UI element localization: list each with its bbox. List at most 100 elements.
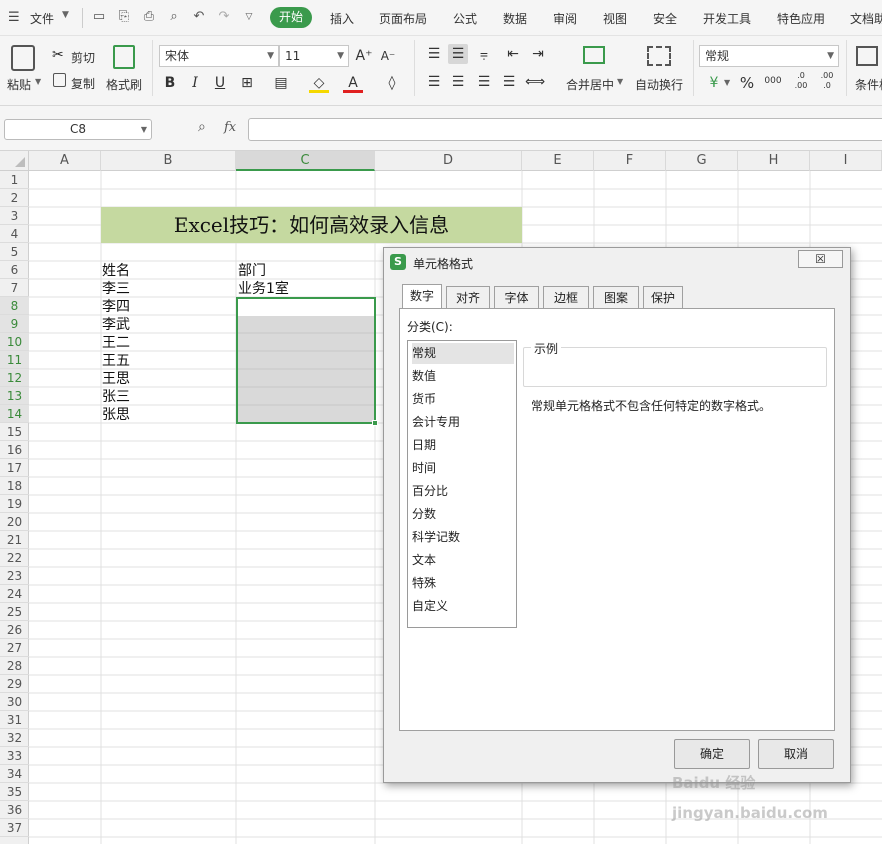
cell-b9[interactable]: 李武 xyxy=(102,316,130,334)
align-top-icon[interactable]: ☰ xyxy=(424,44,444,64)
row-header-25[interactable]: 25 xyxy=(0,603,29,621)
row-header-31[interactable]: 31 xyxy=(0,711,29,729)
row-header-35[interactable]: 35 xyxy=(0,783,29,801)
decrease-font-icon[interactable]: A⁻ xyxy=(378,46,398,66)
decrease-decimal-button[interactable]: .00 .0 xyxy=(816,71,838,91)
fill-handle[interactable] xyxy=(372,420,378,426)
increase-font-icon[interactable]: A⁺ xyxy=(354,46,374,66)
category-accounting[interactable]: 会计专用 xyxy=(412,412,514,433)
cell-b14[interactable]: 张思 xyxy=(102,406,130,424)
tab-page-layout[interactable]: 页面布局 xyxy=(379,10,427,27)
align-middle-icon[interactable]: ☰ xyxy=(448,44,468,64)
cell-b10[interactable]: 王二 xyxy=(102,334,130,352)
print-preview-icon[interactable]: ⌕ xyxy=(166,9,182,25)
format-painter-icon[interactable] xyxy=(113,45,135,69)
align-bottom-icon[interactable]: ⩦ xyxy=(474,44,494,64)
export-icon[interactable]: ⎘ xyxy=(116,9,132,25)
row-header-20[interactable]: 20 xyxy=(0,513,29,531)
row-header-2[interactable]: 2 xyxy=(0,189,29,207)
column-header-a[interactable]: A xyxy=(29,151,101,171)
row-header-21[interactable]: 21 xyxy=(0,531,29,549)
increase-decimal-button[interactable]: .0 .00 xyxy=(790,71,812,91)
column-header-h[interactable]: H xyxy=(738,151,810,171)
cell-c7[interactable]: 业务1室 xyxy=(238,280,289,298)
cell-c6[interactable]: 部门 xyxy=(238,262,266,280)
tab-doc-assistant[interactable]: 文档助 xyxy=(850,10,882,27)
category-number[interactable]: 数值 xyxy=(412,366,514,387)
category-currency[interactable]: 货币 xyxy=(412,389,514,410)
formula-input[interactable] xyxy=(248,118,882,141)
row-header-24[interactable]: 24 xyxy=(0,585,29,603)
file-menu[interactable]: 文件 xyxy=(30,10,54,27)
row-header-32[interactable]: 32 xyxy=(0,729,29,747)
hamburger-icon[interactable]: ☰ xyxy=(8,10,20,25)
row-header-19[interactable]: 19 xyxy=(0,495,29,513)
underline-icon[interactable]: U xyxy=(210,73,230,93)
cell-b8[interactable]: 李四 xyxy=(102,298,130,316)
cell-b6[interactable]: 姓名 xyxy=(102,262,130,280)
name-box[interactable]: C8 ▼ xyxy=(4,119,152,140)
align-center-icon[interactable]: ☰ xyxy=(448,72,468,92)
paste-dropdown-icon[interactable]: ▼ xyxy=(35,77,41,86)
scissors-icon[interactable]: ✂ xyxy=(52,47,64,63)
tab-insert[interactable]: 插入 xyxy=(330,10,354,27)
format-painter-button[interactable]: 格式刷 xyxy=(106,76,142,93)
row-header-6[interactable]: 6 xyxy=(0,261,29,279)
row-header-26[interactable]: 26 xyxy=(0,621,29,639)
row-header-37[interactable]: 37 xyxy=(0,819,29,837)
column-header-e[interactable]: E xyxy=(522,151,594,171)
tab-review[interactable]: 审阅 xyxy=(553,10,577,27)
copy-icon[interactable] xyxy=(53,73,66,87)
tab-formulas[interactable]: 公式 xyxy=(453,10,477,27)
ok-button[interactable]: 确定 xyxy=(674,739,750,769)
row-header-29[interactable]: 29 xyxy=(0,675,29,693)
tab-alignment[interactable]: 对齐 xyxy=(446,286,490,308)
number-format-select[interactable]: 常规 ▼ xyxy=(699,45,839,67)
paste-icon[interactable] xyxy=(11,45,35,71)
font-size-select[interactable]: 11 ▼ xyxy=(279,45,349,67)
tab-special-apps[interactable]: 特色应用 xyxy=(777,10,825,27)
italic-icon[interactable]: I xyxy=(185,73,205,93)
tab-start[interactable]: 开始 xyxy=(270,7,312,28)
row-header-33[interactable]: 33 xyxy=(0,747,29,765)
row-header-22[interactable]: 22 xyxy=(0,549,29,567)
category-percentage[interactable]: 百分比 xyxy=(412,481,514,502)
row-header-1[interactable]: 1 xyxy=(0,171,29,189)
column-header-b[interactable]: B xyxy=(101,151,236,171)
category-scientific[interactable]: 科学记数 xyxy=(412,527,514,548)
decrease-indent-icon[interactable]: ⇤ xyxy=(503,44,523,64)
row-header-15[interactable]: 15 xyxy=(0,423,29,441)
row-header-9[interactable]: 9 xyxy=(0,315,29,333)
row-header-8[interactable]: 8 xyxy=(0,297,29,315)
row-header-7[interactable]: 7 xyxy=(0,279,29,297)
conditional-format-icon[interactable] xyxy=(856,46,878,66)
borders-icon[interactable]: ⊞ xyxy=(237,73,257,93)
row-header-11[interactable]: 11 xyxy=(0,351,29,369)
row-header-10[interactable]: 10 xyxy=(0,333,29,351)
percent-button[interactable]: % xyxy=(737,73,757,93)
category-custom[interactable]: 自定义 xyxy=(412,596,514,617)
currency-icon[interactable]: ¥ xyxy=(704,73,724,93)
cut-button[interactable]: 剪切 xyxy=(71,49,95,66)
print-icon[interactable]: ⎙ xyxy=(141,9,157,25)
category-general[interactable]: 常规 xyxy=(412,343,514,364)
row-header-34[interactable]: 34 xyxy=(0,765,29,783)
save-icon[interactable]: ▭ xyxy=(91,9,107,25)
row-header-36[interactable]: 36 xyxy=(0,801,29,819)
row-header-27[interactable]: 27 xyxy=(0,639,29,657)
tab-view[interactable]: 视图 xyxy=(603,10,627,27)
row-header-23[interactable]: 23 xyxy=(0,567,29,585)
cell-b13[interactable]: 张三 xyxy=(102,388,130,406)
zoom-formula-icon[interactable]: ⌕ xyxy=(198,119,206,135)
tab-number[interactable]: 数字 xyxy=(402,284,442,309)
increase-indent-icon[interactable]: ⇥ xyxy=(528,44,548,64)
align-left-icon[interactable]: ☰ xyxy=(424,72,444,92)
customize-icon[interactable]: ▽ xyxy=(241,9,257,25)
merge-center-icon[interactable] xyxy=(583,46,605,64)
tab-data[interactable]: 数据 xyxy=(503,10,527,27)
row-header-18[interactable]: 18 xyxy=(0,477,29,495)
close-icon[interactable]: ☒ xyxy=(798,250,843,268)
row-header-12[interactable]: 12 xyxy=(0,369,29,387)
tab-developer[interactable]: 开发工具 xyxy=(703,10,751,27)
row-header-5[interactable]: 5 xyxy=(0,243,29,261)
